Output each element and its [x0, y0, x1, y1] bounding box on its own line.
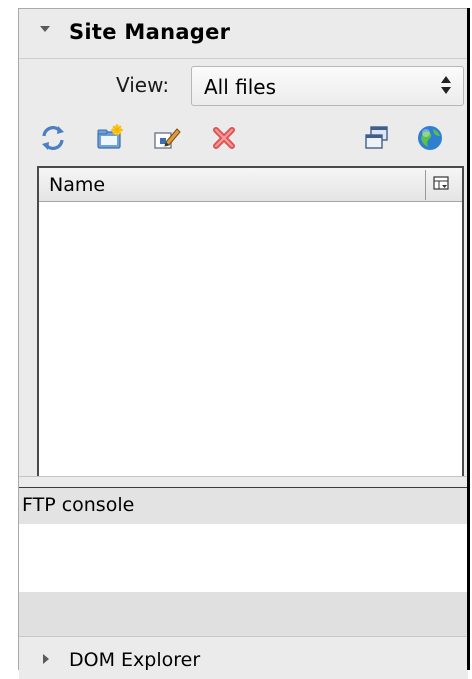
publish-globe-icon[interactable]: [415, 123, 445, 153]
file-list[interactable]: Name: [37, 166, 464, 476]
dom-explorer-header[interactable]: DOM Explorer: [19, 637, 468, 679]
collapse-chevron-icon[interactable]: [40, 26, 50, 32]
sync-windows-icon[interactable]: [362, 123, 392, 153]
new-folder-icon[interactable]: [95, 123, 125, 153]
view-select[interactable]: All files: [191, 66, 464, 106]
view-filter-row: View: All files: [19, 59, 468, 117]
site-manager-header[interactable]: Site Manager: [19, 9, 468, 59]
ftp-console-header: FTP console: [19, 488, 468, 524]
site-manager-panel: Site Manager View: All files Name FTP co…: [18, 8, 468, 679]
view-select-value: All files: [204, 75, 277, 99]
window-edge: [467, 8, 470, 670]
column-picker-icon[interactable]: [433, 176, 449, 192]
pane-splitter[interactable]: [19, 476, 468, 489]
ftp-console-footer: [19, 592, 468, 637]
file-list-header: Name: [39, 168, 462, 202]
expand-chevron-icon[interactable]: [43, 654, 49, 664]
ftp-console-output[interactable]: [19, 524, 468, 592]
column-header-name[interactable]: Name: [49, 174, 105, 196]
refresh-icon[interactable]: [38, 123, 68, 153]
ftp-console-title: FTP console: [22, 494, 135, 516]
dom-explorer-title: DOM Explorer: [69, 649, 201, 671]
column-separator[interactable]: [425, 170, 426, 200]
delete-icon[interactable]: [209, 123, 239, 153]
site-toolbar: [19, 117, 468, 167]
select-arrows-icon: [441, 76, 451, 96]
rename-icon[interactable]: [152, 123, 182, 153]
view-label: View:: [116, 73, 170, 97]
site-manager-title: Site Manager: [69, 20, 231, 44]
